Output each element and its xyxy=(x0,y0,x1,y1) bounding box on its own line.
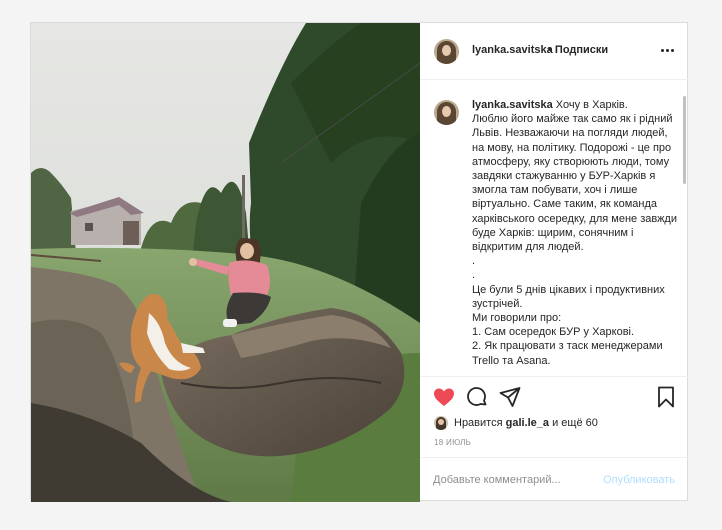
bookmark-icon[interactable] xyxy=(654,385,678,409)
author-avatar[interactable] xyxy=(434,39,459,64)
caption-text: Хочу в Харків. xyxy=(555,99,628,111)
likes-text: Нравится gali.le_a и ещё 60 xyxy=(454,417,598,429)
caption-line: 2. Як працювати з таск менеджерами Trell… xyxy=(472,340,663,367)
instagram-post: lyanka.savitska • Подписки lyanka.savits… xyxy=(30,22,688,502)
publish-button[interactable]: Опубликовать xyxy=(603,474,675,486)
separator-dot: • xyxy=(548,44,552,56)
comments-area[interactable]: lyanka.savitska Хочу в Харків. Люблю йог… xyxy=(420,80,688,376)
likes-count[interactable]: и ещё 60 xyxy=(552,417,598,429)
comments-scrollbar[interactable] xyxy=(683,96,686,184)
caption-author-avatar[interactable] xyxy=(434,100,459,125)
caption-line: Це були 5 днів цікавих і продуктивних зу… xyxy=(472,283,665,310)
likes-prefix: Нравится xyxy=(454,417,503,429)
caption-line: Люблю його майже так само як і рідний Ль… xyxy=(472,113,677,254)
post-actions xyxy=(420,376,688,409)
liker-username[interactable]: gali.le_a xyxy=(506,417,549,429)
heart-filled-icon[interactable] xyxy=(432,385,456,409)
add-comment-section: Опубликовать xyxy=(420,457,688,500)
caption-line: . xyxy=(472,255,476,268)
post-date[interactable]: 18 ИЮЛЬ xyxy=(434,438,471,447)
caption-line: 1. Сам осередок БУР у Харкові. xyxy=(472,326,635,339)
following-label[interactable]: Подписки xyxy=(555,44,608,56)
caption-line: . xyxy=(472,269,476,282)
follow-status[interactable]: • Подписки xyxy=(548,44,608,56)
caption-line-first: lyanka.savitska Хочу в Харків. xyxy=(472,98,682,112)
caption-username[interactable]: lyanka.savitska xyxy=(472,99,553,111)
post-header: lyanka.savitska • Подписки xyxy=(420,23,688,80)
post-caption: lyanka.savitska Хочу в Харків. Люблю йог… xyxy=(472,98,682,368)
post-photo[interactable] xyxy=(31,23,420,502)
liker-avatar[interactable] xyxy=(434,416,448,430)
comment-icon[interactable] xyxy=(465,385,489,409)
author-username[interactable]: lyanka.savitska xyxy=(472,44,553,56)
post-side-panel: lyanka.savitska • Подписки lyanka.savits… xyxy=(420,23,688,500)
share-icon[interactable] xyxy=(498,385,522,409)
caption-line: Ми говорили про: xyxy=(472,312,562,325)
more-horizontal-icon[interactable] xyxy=(660,46,676,54)
comment-input[interactable] xyxy=(433,472,588,488)
